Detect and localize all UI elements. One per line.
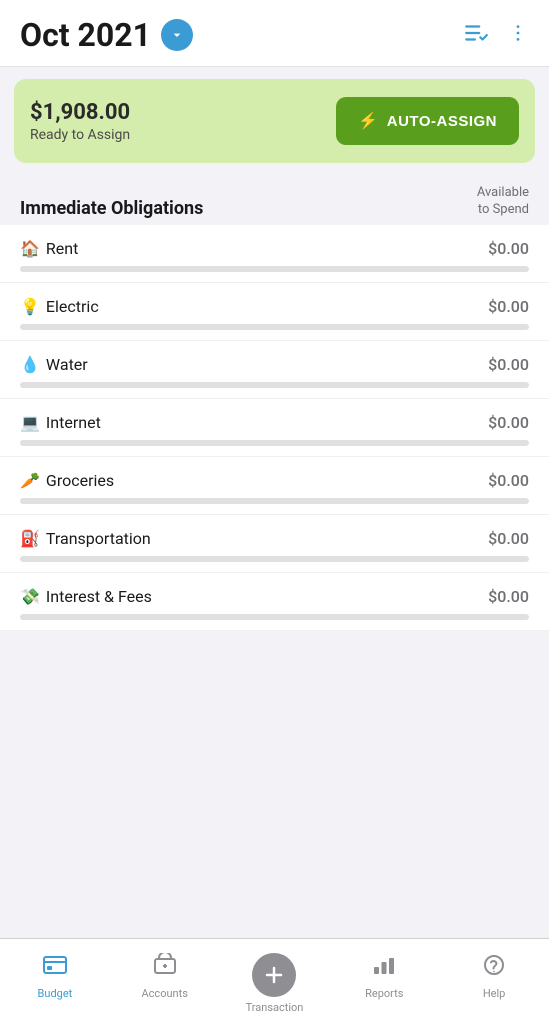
bottom-nav: Budget Accounts Transaction [0, 938, 549, 1024]
progress-bar [20, 440, 529, 446]
progress-bar [20, 498, 529, 504]
nav-item-budget[interactable]: Budget [0, 949, 110, 1000]
budget-item-name: 🏠 Rent [20, 239, 78, 258]
nav-item-help[interactable]: Help [439, 949, 549, 1000]
progress-bar [20, 382, 529, 388]
header-actions [463, 20, 529, 50]
budget-item[interactable]: 💻 Internet $0.00 [0, 399, 549, 457]
auto-assign-button[interactable]: ⚡ AUTO-ASSIGN [336, 97, 519, 145]
category-label: Transportation [46, 529, 151, 548]
budget-item[interactable]: ⛽ Transportation $0.00 [0, 515, 549, 573]
budget-item-amount: $0.00 [488, 413, 529, 432]
category-emoji: 💻 [20, 413, 40, 432]
add-transaction-button[interactable] [252, 953, 296, 997]
nav-label-accounts: Accounts [142, 987, 188, 1000]
nav-item-transaction[interactable]: Transaction [220, 949, 330, 1014]
month-dropdown-button[interactable] [161, 19, 193, 51]
category-label: Rent [46, 239, 78, 258]
category-label: Electric [46, 297, 99, 316]
progress-bar [20, 324, 529, 330]
assign-info: $1,908.00 Ready to Assign [30, 100, 130, 143]
budget-item[interactable]: 💸 Interest & Fees $0.00 [0, 573, 549, 631]
category-emoji: 🥕 [20, 471, 40, 490]
budget-item-amount: $0.00 [488, 297, 529, 316]
assign-label: Ready to Assign [30, 127, 130, 143]
category-emoji: ⛽ [20, 529, 40, 548]
budget-list: 🏠 Rent $0.00 💡 Electric $0.00 [0, 225, 549, 631]
category-label: Interest & Fees [46, 587, 152, 606]
nav-label-help: Help [483, 987, 506, 1000]
category-emoji: 💧 [20, 355, 40, 374]
budget-item[interactable]: 🏠 Rent $0.00 [0, 225, 549, 283]
budget-item-name: ⛽ Transportation [20, 529, 151, 548]
progress-bar [20, 614, 529, 620]
page-title: Oct 2021 [20, 16, 151, 54]
nav-item-reports[interactable]: Reports [329, 949, 439, 1000]
budget-item-name: 💧 Water [20, 355, 88, 374]
budget-item-amount: $0.00 [488, 471, 529, 490]
budget-item[interactable]: 🥕 Groceries $0.00 [0, 457, 549, 515]
budget-item[interactable]: 💧 Water $0.00 [0, 341, 549, 399]
budget-item-amount: $0.00 [488, 587, 529, 606]
budget-item-name: 💸 Interest & Fees [20, 587, 152, 606]
budget-item-name: 🥕 Groceries [20, 471, 114, 490]
progress-bar [20, 556, 529, 562]
nav-label-transaction: Transaction [246, 1001, 304, 1014]
section-title: Immediate Obligations [20, 198, 203, 219]
budget-item[interactable]: 💡 Electric $0.00 [0, 283, 549, 341]
category-emoji: 🏠 [20, 239, 40, 258]
budget-icon [42, 953, 68, 983]
more-options-icon[interactable] [507, 22, 529, 48]
assign-banner: $1,908.00 Ready to Assign ⚡ AUTO-ASSIGN [14, 79, 535, 163]
nav-label-budget: Budget [38, 987, 73, 1000]
edit-list-icon[interactable] [463, 20, 489, 50]
budget-item-name: 💻 Internet [20, 413, 101, 432]
chevron-down-icon [169, 27, 185, 43]
header-left: Oct 2021 [20, 16, 193, 54]
category-emoji: 💸 [20, 587, 40, 606]
reports-icon [371, 953, 397, 983]
budget-item-amount: $0.00 [488, 529, 529, 548]
column-header: Available to Spend [477, 185, 529, 219]
accounts-icon [152, 953, 178, 983]
category-label: Internet [46, 413, 101, 432]
category-label: Groceries [46, 471, 114, 490]
budget-item-name: 💡 Electric [20, 297, 99, 316]
budget-item-amount: $0.00 [488, 355, 529, 374]
budget-item-amount: $0.00 [488, 239, 529, 258]
help-icon [481, 953, 507, 983]
progress-bar [20, 266, 529, 272]
nav-label-reports: Reports [365, 987, 403, 1000]
header: Oct 2021 [0, 0, 549, 67]
category-label: Water [46, 355, 88, 374]
section-header: Immediate Obligations Available to Spend [0, 175, 549, 225]
category-emoji: 💡 [20, 297, 40, 316]
bolt-icon: ⚡ [358, 111, 378, 131]
nav-item-accounts[interactable]: Accounts [110, 949, 220, 1000]
assign-amount: $1,908.00 [30, 100, 130, 125]
